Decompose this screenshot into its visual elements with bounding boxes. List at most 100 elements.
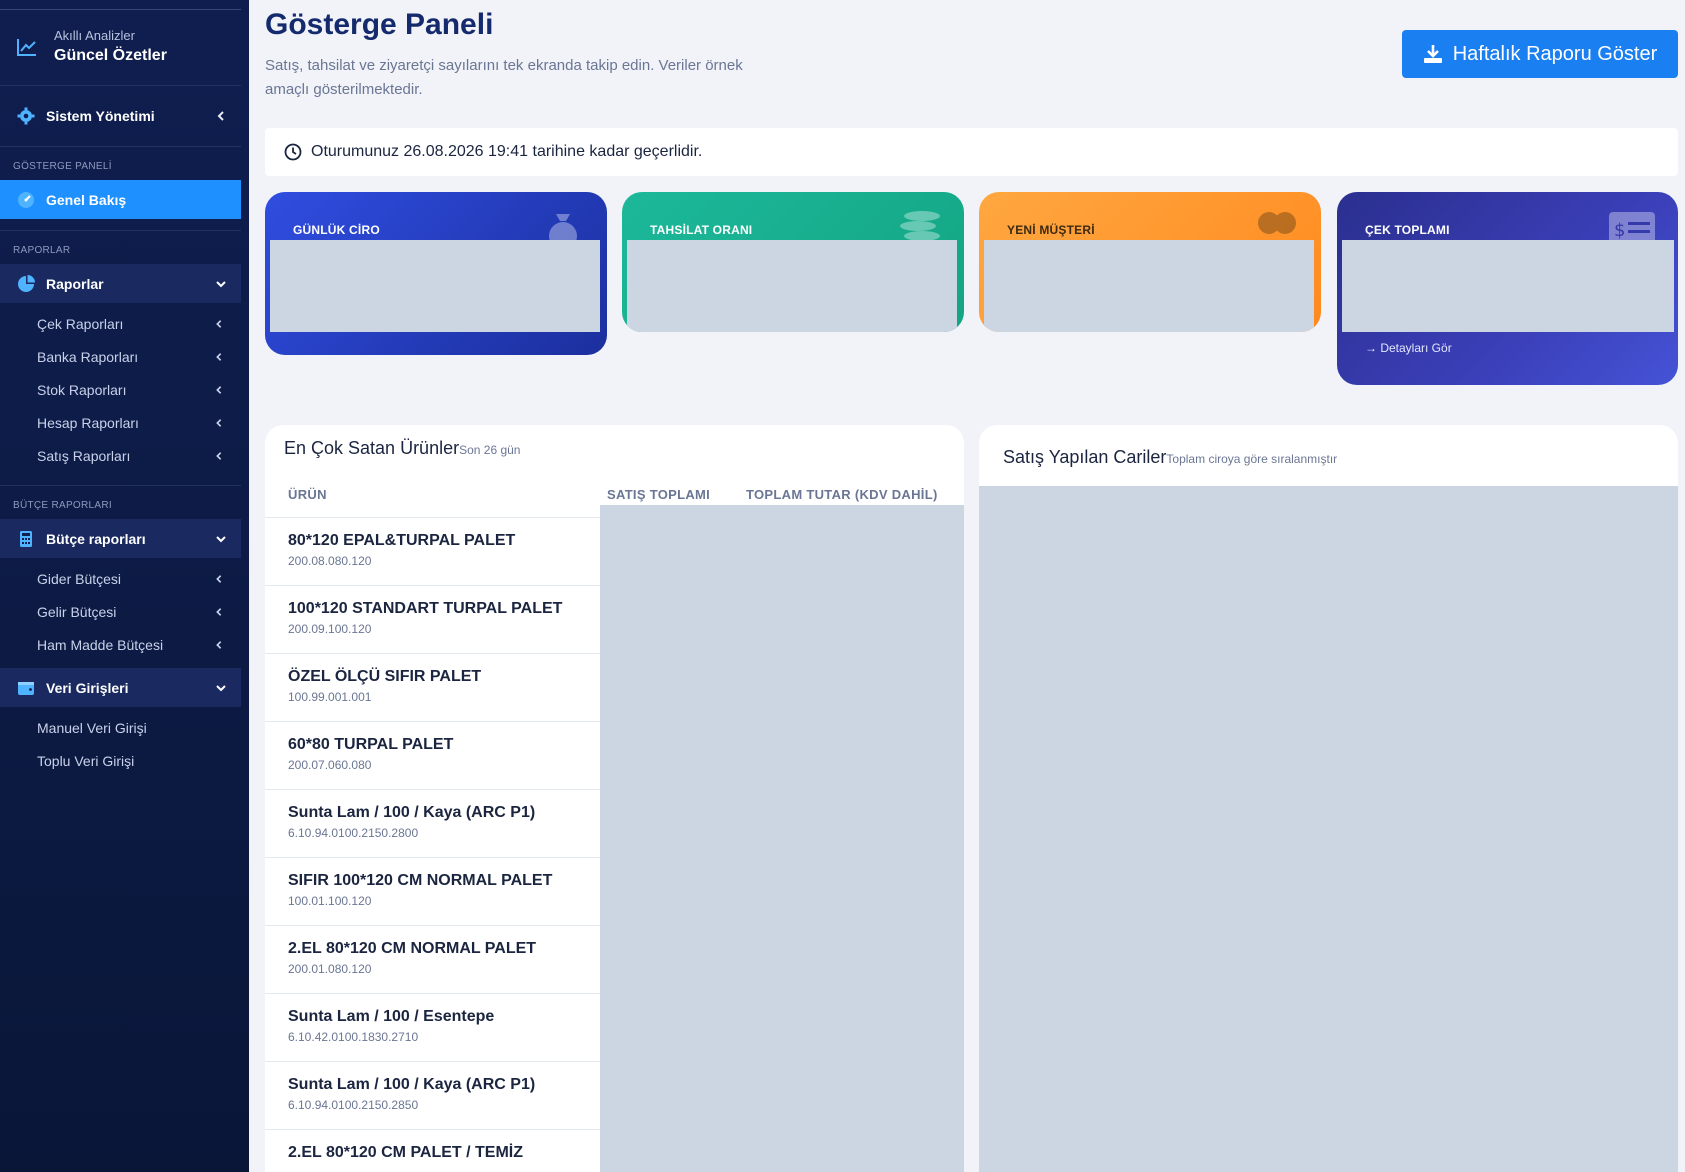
kpi-value-area: [984, 240, 1314, 332]
product-name: Sunta Lam / 100 / Kaya (ARC P1): [288, 804, 536, 821]
chevron-left-icon: [216, 575, 222, 583]
sidebar-item-label: Sistem Yönetimi: [46, 108, 155, 124]
panel-header: En Çok Satan ÜrünlerSon 26 gün: [284, 438, 520, 459]
product-name: 2.EL 80*120 CM NORMAL PALET: [288, 940, 537, 957]
download-icon: [1423, 45, 1442, 63]
chevron-left-icon: [216, 452, 222, 460]
section-title-reports: RAPORLAR: [13, 245, 71, 256]
page-title: Gösterge Paneli: [265, 8, 494, 41]
product-code: 100.01.100.120: [288, 894, 372, 908]
chevron-left-icon: [217, 111, 224, 121]
gear-icon: [17, 107, 35, 125]
product-name: Sunta Lam / 100 / Kaya (ARC P1): [288, 1076, 536, 1093]
product-name: 80*120 EPAL&TURPAL PALET: [288, 532, 516, 549]
chevron-left-icon: [216, 386, 222, 394]
kpi-card-daily-revenue[interactable]: GÜNLÜK CİRO: [265, 192, 607, 355]
sidebar-subitem-label: Ham Madde Bütçesi: [37, 637, 164, 653]
users-icon: [1258, 212, 1296, 234]
sidebar-item-system[interactable]: Sistem Yönetimi: [0, 98, 241, 134]
kpi-value-area: [627, 240, 957, 332]
table-row[interactable]: 2.EL 80*120 CM PALET / TEMİZ: [265, 1129, 600, 1172]
product-code: 200.01.080.120: [288, 962, 372, 976]
sidebar-subitem-hammadde[interactable]: Ham Madde Bütçesi: [0, 635, 241, 655]
details-link[interactable]: → Detayları Gör: [1365, 341, 1452, 355]
session-text: Oturumunuz 26.08.2026 19:41 tarihine kad…: [311, 143, 703, 160]
table-row[interactable]: Sunta Lam / 100 / Kaya (ARC P1) 6.10.94.…: [265, 789, 600, 857]
column-header-amount[interactable]: TOPLAM TUTAR (KDV DAHİL): [746, 487, 938, 502]
sidebar-subitem-cek[interactable]: Çek Raporları: [0, 314, 241, 334]
sidebar-subitem-label: Satış Raporları: [37, 448, 131, 464]
sidebar-subitem-label: Manuel Veri Girişi: [37, 720, 147, 736]
chevron-down-icon: [216, 535, 226, 542]
product-code: 100.99.001.001: [288, 690, 372, 704]
brand-subtitle: Akıllı Analizler: [54, 28, 135, 43]
sidebar-subitem-manual[interactable]: Manuel Veri Girişi: [0, 718, 241, 738]
product-name: 60*80 TURPAL PALET: [288, 736, 454, 753]
table-row[interactable]: 60*80 TURPAL PALET 200.07.060.080: [265, 721, 600, 789]
wallet-icon: [18, 681, 34, 695]
sidebar-subitem-label: Stok Raporları: [37, 382, 127, 398]
table-row[interactable]: Sunta Lam / 100 / Kaya (ARC P1) 6.10.94.…: [265, 1061, 600, 1129]
sidebar: Akıllı Analizler Güncel Özetler Sistem Y…: [0, 0, 249, 1172]
product-name: 100*120 STANDART TURPAL PALET: [288, 600, 563, 617]
sidebar-subitem-label: Hesap Raporları: [37, 415, 139, 431]
sidebar-subitem-label: Gelir Bütçesi: [37, 604, 117, 620]
sidebar-subitem-gider[interactable]: Gider Bütçesi: [0, 569, 241, 589]
table-row[interactable]: Sunta Lam / 100 / Esentepe 6.10.42.0100.…: [265, 993, 600, 1061]
sidebar-subitem-bulk[interactable]: Toplu Veri Girişi: [0, 751, 241, 771]
calculator-icon: [20, 530, 32, 547]
sidebar-subitem-hesap[interactable]: Hesap Raporları: [0, 413, 241, 433]
kpi-value-area: [270, 240, 600, 332]
panel-subtitle: Son 26 gün: [459, 443, 521, 457]
kpi-label: TAHSİLAT ORANI: [650, 223, 753, 237]
line-chart-icon: [17, 39, 36, 56]
weekly-report-button-label: Haftalık Raporu Göster: [1452, 42, 1658, 65]
sidebar-subitem-gelir[interactable]: Gelir Bütçesi: [0, 602, 241, 622]
table-row[interactable]: 2.EL 80*120 CM NORMAL PALET 200.01.080.1…: [265, 925, 600, 993]
sidebar-divider: [0, 230, 241, 231]
chevron-left-icon: [216, 641, 222, 649]
product-code: 200.08.080.120: [288, 554, 372, 568]
weekly-report-button[interactable]: Haftalık Raporu Göster: [1402, 30, 1678, 78]
product-list: 80*120 EPAL&TURPAL PALET 200.08.080.120 …: [265, 517, 600, 1172]
column-header-product[interactable]: ÜRÜN: [288, 487, 327, 502]
product-code: 6.10.42.0100.1830.2710: [288, 1030, 419, 1044]
table-row[interactable]: 80*120 EPAL&TURPAL PALET 200.08.080.120: [265, 517, 600, 585]
sidebar-subitem-satis[interactable]: Satış Raporları: [0, 446, 241, 466]
dashboard-icon: [18, 191, 34, 208]
sidebar-item-data-entry[interactable]: Veri Girişleri: [0, 668, 241, 707]
table-row[interactable]: SIFIR 100*120 CM NORMAL PALET 100.01.100…: [265, 857, 600, 925]
chevron-left-icon: [216, 320, 222, 328]
kpi-card-check-total[interactable]: ÇEK TOPLAMI $ → Detayları Gör: [1337, 192, 1678, 385]
product-code: 6.10.94.0100.2150.2850: [288, 1098, 419, 1112]
product-name: Sunta Lam / 100 / Esentepe: [288, 1008, 495, 1025]
table-row[interactable]: 100*120 STANDART TURPAL PALET 200.09.100…: [265, 585, 600, 653]
sidebar-item-budget[interactable]: Bütçe raporları: [0, 519, 241, 558]
sidebar-subitem-banka[interactable]: Banka Raporları: [0, 347, 241, 367]
panel-header: Satış Yapılan CarilerToplam ciroya göre …: [1003, 447, 1337, 468]
sidebar-subitem-stok[interactable]: Stok Raporları: [0, 380, 241, 400]
sidebar-subitem-label: Gider Bütçesi: [37, 571, 122, 587]
product-code: 200.07.060.080: [288, 758, 372, 772]
kpi-card-new-customer[interactable]: YENİ MÜŞTERİ: [979, 192, 1321, 332]
panel-title: En Çok Satan Ürünler: [284, 438, 460, 458]
page-description: Satış, tahsilat ve ziyaretçi sayılarını …: [265, 57, 743, 98]
sidebar-item-label: Veri Girişleri: [46, 679, 129, 696]
chevron-down-icon: [216, 280, 226, 287]
sidebar-item-reports[interactable]: Raporlar: [0, 264, 241, 303]
table-row[interactable]: ÖZEL ÖLÇÜ SIFIR PALET 100.99.001.001: [265, 653, 600, 721]
sidebar-subitem-label: Banka Raporları: [37, 349, 139, 365]
sidebar-subitem-label: Toplu Veri Girişi: [37, 753, 135, 769]
kpi-card-collection-rate[interactable]: TAHSİLAT ORANI: [622, 192, 964, 332]
column-header-sales-total[interactable]: SATIŞ TOPLAMI: [607, 487, 710, 502]
chevron-left-icon: [216, 608, 222, 616]
kpi-label: GÜNLÜK CİRO: [293, 223, 380, 237]
sidebar-item-overview[interactable]: Genel Bakış: [0, 180, 241, 219]
brand-title: Güncel Özetler: [54, 47, 167, 64]
section-title-budget: BÜTÇE RAPORLARI: [13, 500, 112, 511]
brand[interactable]: Akıllı Analizler Güncel Özetler: [0, 10, 241, 86]
pie-chart-icon: [18, 274, 35, 292]
sidebar-subitem-label: Çek Raporları: [37, 316, 124, 332]
kpi-label: YENİ MÜŞTERİ: [1007, 223, 1095, 237]
clock-icon: [284, 143, 302, 161]
